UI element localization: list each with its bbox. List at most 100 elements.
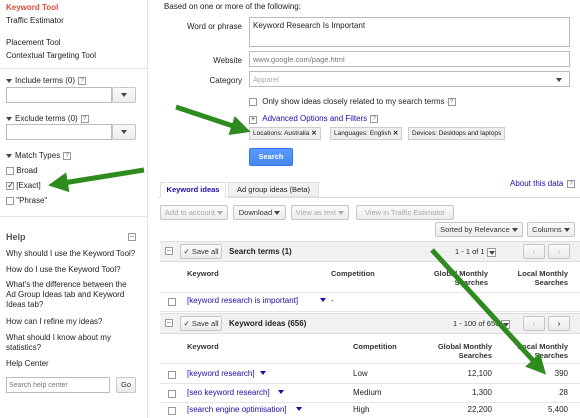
only-ideas-checkbox[interactable] xyxy=(249,97,257,106)
competition-value: Low xyxy=(353,369,368,378)
tab-ad-group-ideas[interactable]: Ad group ideas (Beta) xyxy=(228,182,319,197)
search-button[interactable]: Search xyxy=(249,148,293,166)
keyword-link[interactable]: [search engine optimisation] xyxy=(187,405,287,414)
col-competition[interactable]: Competition xyxy=(353,342,397,351)
website-input[interactable] xyxy=(249,51,570,67)
help-link-why[interactable]: Why should I use the Keyword Tool? xyxy=(6,249,146,258)
chip-languages-label: Languages: English xyxy=(334,130,392,137)
keyword-link[interactable]: [keyword research] xyxy=(187,369,255,378)
help-go-button[interactable]: Go xyxy=(116,377,136,393)
save-all-label: Save all xyxy=(191,319,219,328)
divider xyxy=(0,216,148,217)
next-page-button[interactable]: › xyxy=(548,244,570,259)
help-question-icon[interactable]: ? xyxy=(78,76,87,85)
col-competition[interactable]: Competition xyxy=(331,269,375,278)
tool-contextual[interactable]: Contextual Targeting Tool xyxy=(6,51,96,60)
keyword-ideas-title: Keyword ideas (656) xyxy=(229,319,307,328)
download-label: Download xyxy=(238,208,273,217)
col-keyword[interactable]: Keyword xyxy=(187,269,219,278)
view-as-text-button[interactable]: View as text xyxy=(291,205,349,220)
close-icon[interactable]: ✕ xyxy=(311,130,316,137)
exact-checkbox[interactable] xyxy=(6,180,15,191)
divider xyxy=(160,363,580,364)
download-button[interactable]: Download xyxy=(233,205,286,220)
keyword-ideas-save-all-button[interactable]: ✓ Save all xyxy=(180,316,222,331)
help-search-input[interactable] xyxy=(6,377,110,393)
broad-label: Broad xyxy=(16,166,38,175)
chip-devices[interactable]: Devices: Desktops and laptops xyxy=(408,127,506,140)
help-question-icon[interactable]: ? xyxy=(63,151,72,160)
phrase-checkbox[interactable] xyxy=(6,196,14,205)
tool-traffic-estimator[interactable]: Traffic Estimator xyxy=(6,16,64,25)
match-types-header[interactable]: Match Types? xyxy=(6,151,72,160)
help-collapse-icon[interactable]: – xyxy=(128,233,136,241)
sorted-by-button[interactable]: Sorted by Relevance xyxy=(435,222,523,237)
chevron-down-icon xyxy=(217,211,224,216)
search-terms-save-all-button[interactable]: ✓ Save all xyxy=(180,244,222,259)
col-global[interactable]: Global Monthly Searches xyxy=(424,342,492,360)
help-link-refine[interactable]: How can I refine my ideas? xyxy=(6,317,146,326)
keyword-dropdown-icon[interactable] xyxy=(260,371,266,375)
only-ideas-option[interactable]: Only show ideas closely related to my se… xyxy=(249,97,456,106)
help-link-statistics[interactable]: What should I know about my statistics? xyxy=(6,333,124,353)
word-phrase-textarea[interactable]: Keyword Research Is Important xyxy=(249,17,570,47)
keyword-dropdown-icon[interactable] xyxy=(320,298,326,302)
broad-checkbox[interactable] xyxy=(6,166,14,175)
keyword-dropdown-icon[interactable] xyxy=(278,390,284,394)
pagination-dropdown[interactable] xyxy=(501,319,511,329)
exclude-terms-input[interactable] xyxy=(6,124,112,140)
chip-locations[interactable]: Locations: Australia ✕ xyxy=(249,127,321,140)
row-checkbox[interactable] xyxy=(168,406,176,415)
match-broad[interactable]: Broad xyxy=(6,166,38,175)
close-icon[interactable]: ✕ xyxy=(393,130,398,137)
about-this-data-link[interactable]: About this data xyxy=(510,179,563,188)
col-global[interactable]: Global Monthly Searches xyxy=(420,269,488,287)
table-row: [keyword research] Low 12,100 390 xyxy=(160,366,580,382)
chip-languages[interactable]: Languages: English ✕ xyxy=(330,127,403,140)
row-checkbox[interactable] xyxy=(168,389,176,398)
help-link-how[interactable]: How do I use the Keyword Tool? xyxy=(6,265,146,274)
keyword-link[interactable]: [seo keyword research] xyxy=(187,388,270,397)
help-question-icon[interactable]: ? xyxy=(80,114,89,123)
help-question-icon[interactable]: ? xyxy=(447,97,456,106)
collapse-minus-icon[interactable]: – xyxy=(165,247,173,255)
match-types-label: Match Types xyxy=(15,151,61,160)
chevron-down-icon xyxy=(274,211,281,216)
prev-page-button[interactable]: ‹ xyxy=(523,316,545,331)
match-phrase[interactable]: "Phrase" xyxy=(6,196,47,205)
view-as-text-label: View as text xyxy=(295,208,337,217)
keyword-link[interactable]: [keyword research is important] xyxy=(187,296,298,305)
collapse-minus-icon[interactable]: – xyxy=(165,319,173,327)
pagination-dropdown[interactable] xyxy=(486,247,496,257)
category-select[interactable]: Apparel xyxy=(249,71,570,87)
row-checkbox[interactable] xyxy=(168,297,176,306)
search-terms-title: Search terms (1) xyxy=(229,247,292,256)
exclude-terms-dropdown[interactable] xyxy=(112,124,136,140)
include-terms-header[interactable]: Include terms (0)? xyxy=(6,76,87,85)
help-center-link[interactable]: Help Center xyxy=(6,359,49,368)
view-traffic-estimator-button[interactable]: View in Traffic Estimator xyxy=(356,205,454,220)
columns-button[interactable]: Columns xyxy=(527,222,575,237)
row-checkbox[interactable] xyxy=(168,370,176,379)
exclude-terms-header[interactable]: Exclude terms (0)? xyxy=(6,114,89,123)
col-keyword[interactable]: Keyword xyxy=(187,342,219,351)
tab-keyword-ideas[interactable]: Keyword ideas xyxy=(160,182,226,198)
help-question-icon[interactable]: ? xyxy=(567,180,575,188)
col-local[interactable]: Local Monthly Searches xyxy=(508,269,568,287)
include-terms-dropdown[interactable] xyxy=(112,87,136,103)
help-link-difference[interactable]: What's the difference between the Ad Gro… xyxy=(6,280,138,310)
tool-keyword-tool[interactable]: Keyword Tool xyxy=(6,3,58,12)
keyword-dropdown-icon[interactable] xyxy=(296,407,302,411)
add-to-account-button[interactable]: Add to account xyxy=(160,205,228,220)
advanced-options-toggle[interactable]: + Advanced Options and Filters? xyxy=(249,114,379,124)
prev-page-button[interactable]: ‹ xyxy=(523,244,545,259)
collapse-triangle-icon xyxy=(6,153,12,158)
col-local[interactable]: Local Monthly Searches xyxy=(508,342,568,360)
help-question-icon[interactable]: ? xyxy=(370,114,379,123)
word-phrase-label: Word or phrase xyxy=(187,22,242,31)
tool-placement[interactable]: Placement Tool xyxy=(6,38,61,47)
match-exact[interactable]: [Exact] xyxy=(6,180,41,191)
next-page-button[interactable]: › xyxy=(548,316,570,331)
advanced-options-link[interactable]: Advanced Options and Filters xyxy=(262,114,367,123)
include-terms-input[interactable] xyxy=(6,87,112,103)
